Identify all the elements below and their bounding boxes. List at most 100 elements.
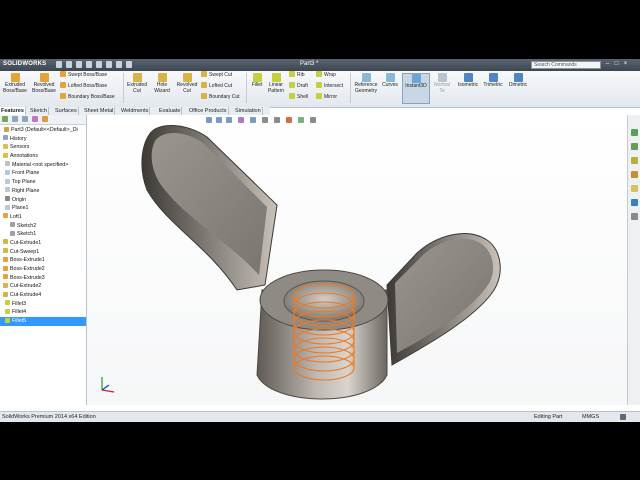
swept-boss-button[interactable]: Swept Boss/Base (60, 71, 107, 80)
extruded-cut-button[interactable]: Extruded Cut (125, 73, 149, 94)
search-commands-input[interactable]: Search Commands (531, 61, 601, 69)
revolved-boss-button[interactable]: Revolved Boss/Base (30, 73, 58, 94)
apply-scene-icon[interactable] (298, 117, 304, 123)
tree-item[interactable]: Sensors (0, 143, 86, 152)
restore-icon[interactable]: □ (613, 61, 620, 68)
undo-icon[interactable] (96, 61, 102, 68)
configuration-manager-icon[interactable] (22, 116, 28, 122)
custom-properties-icon[interactable] (631, 199, 638, 206)
tab-sheet-metal[interactable]: Sheet Metal (83, 107, 116, 115)
select-icon[interactable] (106, 61, 112, 68)
tree-item[interactable]: Right Plane (0, 187, 86, 196)
dimxpert-icon[interactable] (32, 116, 38, 122)
view-palette-icon[interactable] (631, 171, 638, 178)
tree-item-selected[interactable]: Fillet5 (0, 317, 86, 326)
tree-item[interactable]: Fillet4 (0, 308, 86, 317)
minimize-icon[interactable]: – (604, 61, 611, 68)
dimetric-button[interactable]: Dimetric (505, 73, 531, 89)
open-file-icon[interactable] (66, 61, 72, 68)
tree-item[interactable]: Boss-Extrude1 (0, 256, 86, 265)
view-settings-icon[interactable] (310, 117, 316, 123)
tree-item[interactable]: Fillet3 (0, 300, 86, 309)
instant3d-icon (411, 74, 421, 83)
appearances-icon[interactable] (631, 185, 638, 192)
instant3d-button[interactable]: Instant3D (402, 74, 430, 90)
tab-features[interactable]: Features (0, 107, 26, 115)
tree-item[interactable]: Material <not specified> (0, 161, 86, 170)
help-icon[interactable] (620, 414, 626, 420)
lofted-cut-button[interactable]: Lofted Cut (201, 82, 232, 91)
display-manager-icon[interactable] (42, 116, 48, 122)
tree-item[interactable]: History (0, 135, 86, 144)
shell-button[interactable]: Shell (289, 93, 308, 102)
graphics-area[interactable] (87, 115, 627, 405)
rebuild-icon[interactable] (116, 61, 122, 68)
edit-appearance-icon[interactable] (286, 117, 292, 123)
tree-item[interactable]: Part3 (Default<<Default>_Di (0, 126, 86, 135)
wrap-button[interactable]: Wrap (316, 71, 336, 80)
tab-weldments[interactable]: Weldments (120, 107, 151, 115)
zoom-to-fit-icon[interactable] (206, 117, 212, 123)
tab-sketch[interactable]: Sketch (29, 107, 49, 115)
tab-surfaces[interactable]: Surfaces (54, 107, 79, 115)
normal-to-button[interactable]: Normal To (431, 73, 453, 94)
close-icon[interactable]: × (622, 61, 629, 68)
rib-icon (289, 71, 295, 77)
linear-pattern-button[interactable]: Linear Pattern (266, 73, 286, 94)
section-view-icon[interactable] (238, 117, 244, 123)
unit-system-label[interactable]: MMGS (582, 412, 599, 422)
editing-mode-label: Editing Part (534, 414, 563, 420)
sketch-icon (10, 222, 15, 228)
previous-view-icon[interactable] (226, 117, 232, 123)
forum-icon[interactable] (631, 213, 638, 220)
trimetric-button[interactable]: Trimetric (480, 73, 506, 89)
reference-geometry-button[interactable]: Reference Geometry (352, 73, 380, 94)
swept-cut-button[interactable]: Swept Cut (201, 71, 232, 80)
tree-item[interactable]: Loft1 (0, 213, 86, 222)
isometric-button[interactable]: Isometric (454, 73, 482, 89)
tree-item[interactable]: Boss-Extrude3 (0, 274, 86, 283)
tree-item[interactable]: Cut-Extrude4 (0, 291, 86, 300)
wing-nut-model[interactable] (87, 115, 627, 405)
hide-show-items-icon[interactable] (274, 117, 280, 123)
tree-item[interactable]: Top Plane (0, 178, 86, 187)
boundary-boss-button[interactable]: Boundary Boss/Base (60, 93, 115, 102)
solidworks-logo[interactable]: SOLIDWORKS (3, 61, 46, 67)
tree-item[interactable]: Origin (0, 196, 86, 205)
zoom-to-area-icon[interactable] (216, 117, 222, 123)
extruded-boss-button[interactable]: Extruded Boss/Base (2, 73, 28, 94)
print-icon[interactable] (86, 61, 92, 68)
revolved-cut-button[interactable]: Revolved Cut (174, 73, 200, 94)
tree-item[interactable]: Front Plane (0, 169, 86, 178)
tree-item[interactable]: Cut-Sweep1 (0, 248, 86, 257)
tree-item[interactable]: Cut-Extrude2 (0, 282, 86, 291)
tree-item[interactable]: Plane1 (0, 204, 86, 213)
new-file-icon[interactable] (56, 61, 62, 68)
curves-button[interactable]: Curves (380, 73, 400, 89)
tree-item[interactable]: Boss-Extrude2 (0, 265, 86, 274)
file-explorer-icon[interactable] (631, 157, 638, 164)
rib-button[interactable]: Rib (289, 71, 305, 80)
tab-evaluate[interactable]: Evaluate (158, 107, 183, 115)
fillet-button[interactable]: Fillet (248, 73, 266, 89)
tree-item[interactable]: Annotations (0, 152, 86, 161)
tab-simulation[interactable]: Simulation (234, 107, 263, 115)
feature-tree-icon[interactable] (2, 116, 8, 122)
mirror-button[interactable]: Mirror (316, 93, 337, 102)
draft-button[interactable]: Draft (289, 82, 308, 91)
design-library-icon[interactable] (631, 143, 638, 150)
tree-item[interactable]: Cut-Extrude1 (0, 239, 86, 248)
solidworks-resources-icon[interactable] (631, 129, 638, 136)
tree-item[interactable]: Sketch2 (0, 222, 86, 231)
tab-office-products[interactable]: Office Products (188, 107, 229, 115)
intersect-button[interactable]: Intersect (316, 82, 343, 91)
hole-wizard-button[interactable]: Hole Wizard (150, 73, 174, 94)
property-manager-icon[interactable] (12, 116, 18, 122)
options-icon[interactable] (126, 61, 132, 68)
save-icon[interactable] (76, 61, 82, 68)
display-style-icon[interactable] (262, 117, 268, 123)
tree-item[interactable]: Sketch1 (0, 230, 86, 239)
lofted-boss-button[interactable]: Lofted Boss/Base (60, 82, 107, 91)
view-orientation-icon[interactable] (250, 117, 256, 123)
boundary-cut-button[interactable]: Boundary Cut (201, 93, 240, 102)
